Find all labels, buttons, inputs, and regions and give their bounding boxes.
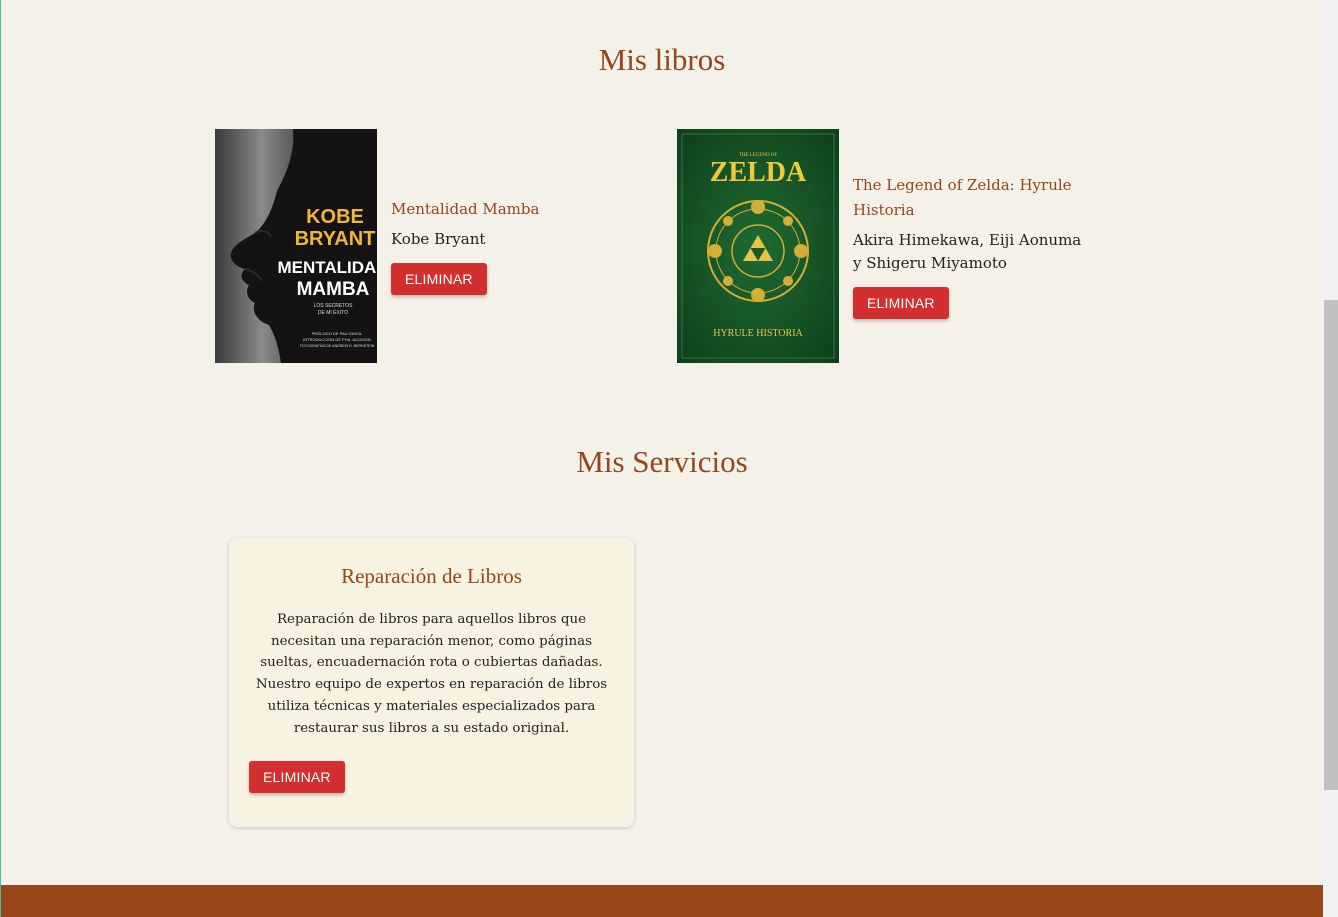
cover-author-line2: BRYANT xyxy=(295,228,376,250)
cover-author-line1: KOBE xyxy=(306,206,364,228)
cover-credits-line2: INTRODUCCIÓN DE PHIL JACKSON xyxy=(303,337,371,342)
cover-bottom-text: HYRULE HISTORIA xyxy=(713,328,803,339)
cover-title-line2: MAMBA xyxy=(297,279,370,300)
cover-logo-text: ZELDA xyxy=(710,157,807,188)
delete-book-button[interactable]: ELIMINAR xyxy=(391,263,487,295)
book-card: KOBE BRYANT MENTALIDAD MAMBA LOS SECRETO… xyxy=(215,129,539,363)
services-section-title: Mis Servicios xyxy=(576,444,748,479)
cover-title-line1: MENTALIDAD xyxy=(277,258,377,277)
cover-subtitle-line2: DE MI ÉXITO xyxy=(318,309,348,316)
delete-service-button[interactable]: ELIMINAR xyxy=(249,761,345,794)
footer xyxy=(1,885,1323,917)
service-title: Reparación de Libros xyxy=(341,564,522,588)
page: Mis libros KOBE BRYANT MENTALIDAD xyxy=(0,0,1338,917)
book-info: The Legend of Zelda: Hyrule Historia Aki… xyxy=(853,173,1093,319)
service-card: Reparación de Libros Reparación de libro… xyxy=(229,538,634,827)
book-title: Mentalidad Mamba xyxy=(391,200,540,218)
cover-credits-line3: FOTOGRAFÍAS DE ANDREW D. BERNSTEIN xyxy=(300,344,375,348)
book-title: The Legend of Zelda: Hyrule Historia xyxy=(853,176,1072,219)
book-info: Mentalidad Mamba Kobe Bryant ELIMINAR xyxy=(391,197,539,295)
book-card: THE LEGEND OF ZELDA HYRULE HISTORIA The … xyxy=(677,129,1093,363)
service-description: Reparación de libros para aquellos libro… xyxy=(255,612,608,736)
book-cover-image: KOBE BRYANT MENTALIDAD MAMBA LOS SECRETO… xyxy=(215,129,377,363)
books-section-title: Mis libros xyxy=(598,42,726,77)
scrollbar-thumb[interactable] xyxy=(1324,300,1338,790)
book-author: Akira Himekawa, Eiji Aonuma y Shigeru Mi… xyxy=(853,231,1082,272)
cover-credits-line1: PRÓLOGO DE PAU GASOL xyxy=(312,331,364,336)
delete-book-button[interactable]: ELIMINAR xyxy=(853,287,949,319)
book-author: Kobe Bryant xyxy=(391,230,486,248)
vertical-scrollbar[interactable] xyxy=(1323,0,1338,917)
book-cover-image: THE LEGEND OF ZELDA HYRULE HISTORIA xyxy=(677,129,839,363)
cover-subtitle-line1: LOS SECRETOS xyxy=(314,303,353,309)
